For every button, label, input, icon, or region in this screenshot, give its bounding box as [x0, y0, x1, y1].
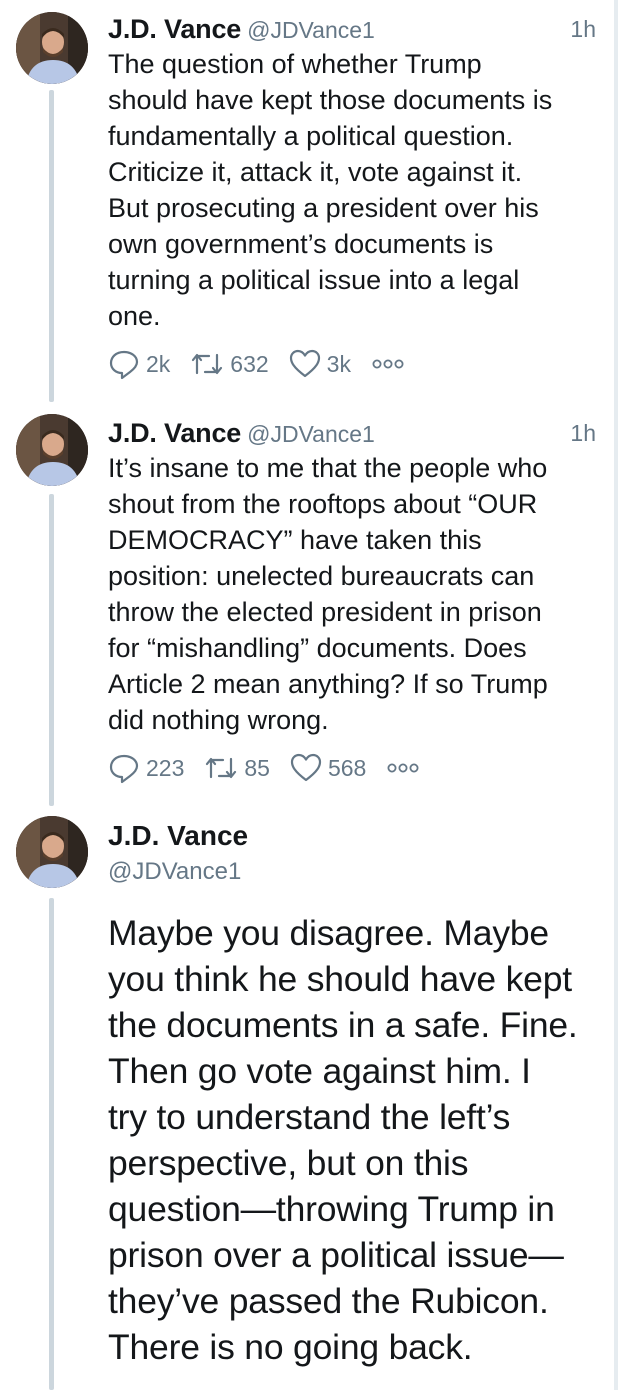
tweet-text-line: The question of whether Trump — [108, 49, 482, 79]
reply-count: 223 — [146, 754, 185, 781]
tweet-text: Maybe you disagree. Maybe you think he s… — [108, 910, 618, 1370]
tweet-text-line: shout from the rooftops about “OUR — [108, 489, 538, 519]
like-count: 3k — [326, 350, 351, 377]
more-button[interactable] — [371, 358, 405, 370]
avatar[interactable] — [16, 816, 88, 888]
tweet-text-line: It’s insane to me that the people who — [108, 453, 548, 483]
author-name[interactable]: J.D. Vance — [108, 418, 241, 448]
tweet-text-line: did nothing wrong. — [108, 705, 329, 735]
tweet-text-line: prison over a political issue— — [108, 1235, 564, 1275]
tweet-actions: 2k 632 3k — [108, 346, 405, 382]
more-icon — [387, 763, 419, 773]
retweet-count: 632 — [230, 350, 269, 377]
reply-icon — [109, 350, 139, 380]
heart-icon — [289, 349, 320, 378]
avatar[interactable] — [16, 12, 88, 84]
tweet-text-line: turning a political issue into a legal — [108, 265, 520, 295]
author-name[interactable]: J.D. Vance — [108, 820, 248, 852]
tweet-text-line: try to understand the left’s — [108, 1097, 511, 1137]
tweet-text-line: perspective, but on this — [108, 1143, 469, 1183]
tweet-text-line: fundamentally a political question. — [108, 121, 514, 151]
tweet-text-line: throw the elected president in prison — [108, 597, 542, 627]
focused-tweet[interactable]: J.D. Vance @JDVance1 Maybe you disagree.… — [0, 806, 610, 1390]
like-count: 568 — [327, 754, 367, 781]
retweet-icon — [192, 353, 223, 375]
retweet-icon — [206, 757, 237, 779]
timestamp[interactable]: 1h — [570, 16, 596, 43]
tweet-text-line: But prosecuting a president over his — [108, 193, 539, 223]
reply-button[interactable]: 2k — [108, 348, 170, 380]
tweet-text-line: position: unelected bureaucrats can — [108, 561, 535, 591]
reply-icon — [109, 754, 139, 784]
like-button[interactable]: 568 — [290, 753, 366, 783]
tweet-text-line: Article 2 mean anything? If so Trump — [108, 669, 548, 699]
author-handle[interactable]: @JDVance1 — [108, 858, 241, 886]
tweet-text-line: they’ve passed the Rubicon. — [108, 1281, 549, 1321]
tweet-text: The question of whether Trump should hav… — [108, 46, 608, 334]
tweet-text-line: DEMOCRACY” have taken this — [108, 525, 482, 555]
tweet-text-line: for “mishandling” documents. Does — [108, 633, 527, 663]
retweet-count: 85 — [244, 754, 270, 781]
tweet-text-line: the documents in a safe. Fine. — [108, 1005, 578, 1045]
author-handle[interactable]: @JDVance1 — [247, 17, 375, 43]
author-name[interactable]: J.D. Vance — [108, 14, 241, 44]
more-button[interactable] — [386, 762, 420, 774]
tweet-text: It’s insane to me that the people who sh… — [108, 450, 608, 738]
tweet-text-line: There is no going back. — [108, 1327, 473, 1367]
tweet-actions: 223 85 568 — [108, 750, 420, 786]
tweet-text-line: one. — [108, 301, 161, 331]
tweet-text-line: Criticize it, attack it, vote against it… — [108, 157, 523, 187]
reply-count: 2k — [146, 350, 171, 377]
more-icon — [372, 359, 404, 369]
tweet-text-line: Then go vote against him. I — [108, 1051, 531, 1091]
timestamp[interactable]: 1h — [570, 420, 596, 447]
author-handle[interactable]: @JDVance1 — [247, 421, 375, 447]
retweet-button[interactable]: 632 — [190, 349, 269, 379]
tweet-text-line: question—throwing Trump in — [108, 1189, 555, 1229]
tweet-text-line: you think he should have kept — [108, 959, 572, 999]
tweet-text-line: own government’s documents is — [108, 229, 494, 259]
tweet[interactable]: J.D. Vance @JDVance1 1h It’s insane to me… — [0, 404, 610, 804]
reply-button[interactable]: 223 — [108, 752, 184, 784]
heart-icon — [290, 753, 322, 782]
tweet[interactable]: J.D. Vance @JDVance1 1h The question of w… — [0, 0, 610, 400]
avatar[interactable] — [16, 414, 88, 486]
like-button[interactable]: 3k — [289, 349, 351, 379]
tweet-text-line: Maybe you disagree. Maybe — [108, 913, 549, 953]
retweet-button[interactable]: 85 — [204, 753, 270, 783]
tweet-text-line: should have kept those documents is — [108, 85, 553, 115]
